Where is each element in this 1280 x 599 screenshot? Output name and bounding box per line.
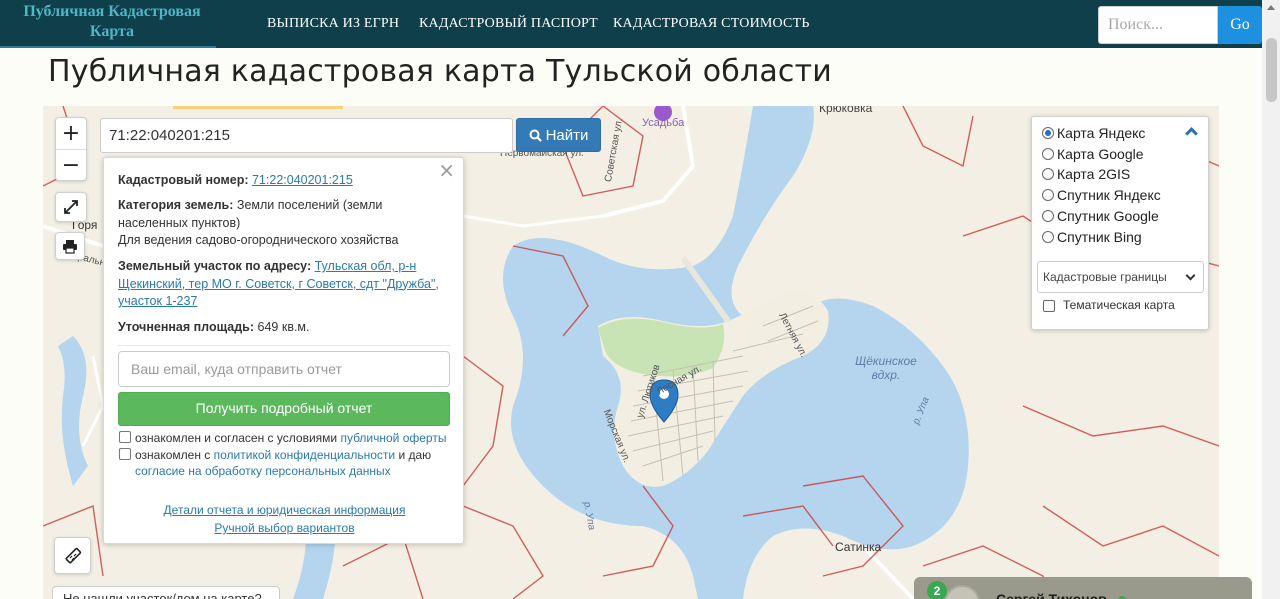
layer-option-label: Спутник Bing xyxy=(1057,229,1142,245)
page-scrollbar[interactable] xyxy=(1262,0,1280,599)
page-title: Публичная кадастровая карта Тульской обл… xyxy=(48,54,832,89)
fullscreen-button[interactable] xyxy=(55,192,87,222)
layer-option-google-map[interactable]: Карта Google xyxy=(1042,146,1144,162)
divider xyxy=(118,345,450,346)
zoom-in-button[interactable]: + xyxy=(56,118,86,149)
report-details-link[interactable]: Детали отчета и юридическая информация xyxy=(104,502,465,520)
offer-checkbox[interactable] xyxy=(119,431,131,443)
layer-option-label: Карта Яндекс xyxy=(1057,125,1146,141)
privacy-consent-text: ознакомлен с политикой конфиденциальност… xyxy=(135,447,453,479)
land-use-value: Для ведения садово-огороднического хозяй… xyxy=(118,233,399,247)
cadastral-number-input[interactable] xyxy=(100,118,513,153)
address-row: Земельный участок по адресу: Тульская об… xyxy=(118,258,448,311)
manual-selection-link[interactable]: Ручной выбор вариантов xyxy=(104,520,465,538)
layer-option-yandex-satellite[interactable]: Спутник Яндекс xyxy=(1042,187,1161,203)
map-label-reservoir: Щёкинское вдхр. xyxy=(855,354,917,382)
scroll-up-arrow-icon[interactable] xyxy=(1267,5,1275,10)
overlay-select[interactable]: Кадастровые границы xyxy=(1037,261,1204,293)
map-label-krukovka: Крюковка xyxy=(819,106,873,115)
nav-link-cadastral-passport[interactable]: КАДАСТРОВЫЙ ПАСПОРТ xyxy=(419,16,598,32)
cadastral-number-row: Кадастровый номер: 71:22:040201:215 xyxy=(118,172,448,190)
print-button[interactable] xyxy=(55,232,85,260)
offer-consent-label: ознакомлен и согласен с условиями xyxy=(135,431,338,445)
area-value: 649 кв.м. xyxy=(257,320,310,334)
radio-selected[interactable] xyxy=(1042,127,1054,139)
public-offer-link[interactable]: публичной оферты xyxy=(340,431,446,445)
chevron-up-icon[interactable] xyxy=(1185,127,1198,140)
map-layers-panel: Карта Яндекс Карта Google Карта 2GIS Спу… xyxy=(1031,116,1209,330)
radio[interactable] xyxy=(1042,210,1054,222)
search-icon xyxy=(529,129,542,142)
chat-operator-name: Сергей Тихонов xyxy=(996,591,1107,599)
expand-icon xyxy=(64,200,78,214)
layer-option-label: Карта Google xyxy=(1057,146,1144,162)
chevron-down-icon xyxy=(1185,270,1196,280)
privacy-consent-label-2: и даю xyxy=(398,448,432,462)
email-field[interactable] xyxy=(118,351,450,387)
area-label: Уточненная площадь: xyxy=(118,320,255,334)
unread-badge: 2 xyxy=(927,581,947,599)
radio[interactable] xyxy=(1042,168,1054,180)
parcel-info-panel: × Кадастровый номер: 71:22:040201:215 Ка… xyxy=(103,157,464,544)
nav-link-egrn-extract[interactable]: ВЫПИСКА ИЗ ЕГРН xyxy=(267,16,399,32)
area-row: Уточненная площадь: 649 кв.м. xyxy=(118,319,448,337)
personal-data-consent-link[interactable]: согласие на обработку персональных данны… xyxy=(135,464,391,478)
layer-option-2gis-map[interactable]: Карта 2GIS xyxy=(1042,166,1130,182)
get-report-button[interactable]: Получить подробный отчет xyxy=(118,392,450,426)
avatar xyxy=(944,585,980,599)
land-category-row: Категория земель: Земли поселений (земли… xyxy=(118,197,448,250)
layer-option-google-satellite[interactable]: Спутник Google xyxy=(1042,208,1159,224)
top-navbar: Публичная Кадастровая Карта ВЫПИСКА ИЗ Е… xyxy=(0,0,1262,48)
ruler-button[interactable] xyxy=(54,537,91,574)
privacy-consent-label: ознакомлен с xyxy=(135,448,211,462)
layer-option-label: Карта 2GIS xyxy=(1057,166,1131,182)
thematic-map-checkbox[interactable] xyxy=(1043,300,1055,312)
overlay-select-value: Кадастровые границы xyxy=(1043,270,1167,284)
scroll-thumb[interactable] xyxy=(1266,38,1277,102)
printer-icon xyxy=(63,239,77,254)
header-search-input[interactable] xyxy=(1098,6,1218,44)
find-button[interactable]: Найти xyxy=(516,118,601,152)
header-go-button[interactable]: Go xyxy=(1218,6,1262,44)
chat-widget[interactable]: 2 Сергей Тихонов xyxy=(914,577,1252,599)
privacy-checkbox[interactable] xyxy=(119,448,131,460)
cadastral-number-label: Кадастровый номер: xyxy=(118,173,249,187)
brand-logo[interactable]: Публичная Кадастровая Карта xyxy=(8,2,216,42)
privacy-policy-link[interactable]: политикой конфиденциальности xyxy=(214,448,395,462)
layer-option-bing-satellite[interactable]: Спутник Bing xyxy=(1042,229,1142,245)
radio[interactable] xyxy=(1042,231,1054,243)
thematic-map-label: Тематическая карта xyxy=(1063,298,1175,312)
nav-link-cadastral-value[interactable]: КАДАСТРОВАЯ СТОИМОСТЬ xyxy=(613,16,810,32)
not-found-prompt[interactable]: Не нашли участок/дом на карте? xyxy=(52,586,280,599)
land-category-label: Категория земель: xyxy=(118,198,234,212)
find-button-label: Найти xyxy=(545,126,589,144)
map-label-satinka: Сатинка xyxy=(835,540,882,554)
layer-option-label: Спутник Яндекс xyxy=(1057,187,1161,203)
map-label-usadba: Усадьба xyxy=(642,117,685,129)
layer-option-yandex-map[interactable]: Карта Яндекс xyxy=(1042,125,1145,141)
radio[interactable] xyxy=(1042,148,1054,160)
zoom-out-button[interactable]: − xyxy=(56,149,86,180)
layer-option-label: Спутник Google xyxy=(1057,208,1159,224)
ruler-icon xyxy=(65,547,81,563)
radio[interactable] xyxy=(1042,189,1054,201)
offer-consent-text: ознакомлен и согласен с условиями публич… xyxy=(135,430,446,446)
zoom-control: + − xyxy=(55,117,87,181)
brand-underline xyxy=(0,46,216,48)
address-label: Земельный участок по адресу: xyxy=(118,259,312,273)
cadastral-number-link[interactable]: 71:22:040201:215 xyxy=(252,173,353,187)
